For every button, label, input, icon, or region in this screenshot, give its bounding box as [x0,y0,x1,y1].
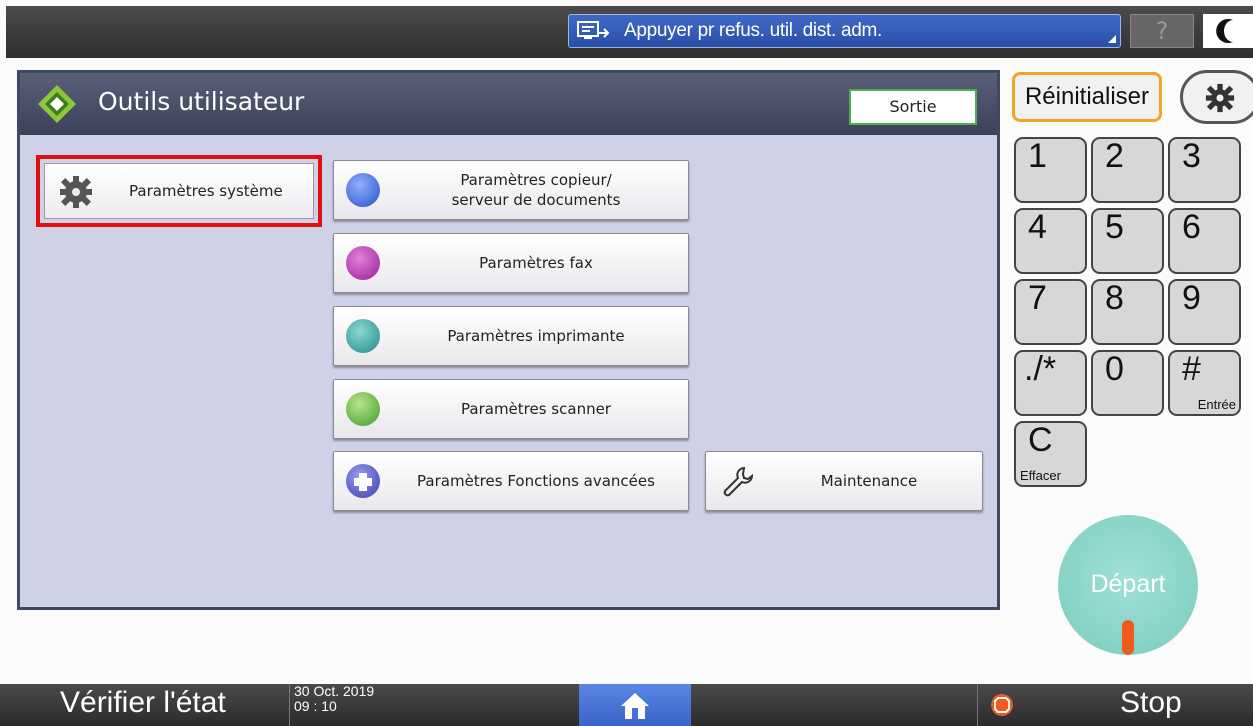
home-button[interactable] [579,684,691,726]
key-4[interactable]: 4 [1014,208,1087,274]
maintenance-button[interactable]: Maintenance [705,451,983,511]
wrench-icon [723,466,754,497]
key-5[interactable]: 5 [1091,208,1164,274]
key-8[interactable]: 8 [1091,279,1164,345]
maintenance-label: Maintenance [820,472,918,490]
settings-button[interactable] [1180,70,1253,124]
enter-label: Entrée [1197,397,1236,412]
advanced-features-label: Paramètres Fonctions avancées [417,472,655,490]
start-indicator-led [1122,620,1134,655]
copier-settings-label: Paramètres copieur/ serveur de documents [394,161,678,219]
key-digit: 6 [1182,208,1201,246]
copier-icon [346,173,380,207]
fax-settings-button[interactable]: Paramètres fax [333,233,689,293]
puzzle-icon [354,473,372,491]
key-digit: 4 [1028,208,1047,246]
device-screen: Appuyer pr refus. util. dist. adm. ? Out… [0,0,1253,726]
copier-settings-line2: serveur de documents [451,191,621,209]
scanner-icon [346,392,380,426]
key-digit: C [1028,421,1053,459]
bottom-bar: Vérifier l'état 30 Oct. 2019 09 : 10 Sto… [0,684,1253,726]
home-icon [621,693,649,719]
stop-button[interactable]: Stop [1120,686,1182,720]
gear-icon [60,176,92,208]
copier-settings-button[interactable]: Paramètres copieur/ serveur de documents [333,160,689,220]
exit-button[interactable]: Sortie [849,89,977,125]
reset-button[interactable]: Réinitialiser [1012,72,1162,122]
top-status-bar: Appuyer pr refus. util. dist. adm. ? [6,6,1253,58]
date-text: 30 Oct. 2019 [294,683,375,699]
printer-settings-button[interactable]: Paramètres imprimante [333,306,689,366]
expand-corner-icon [1108,35,1116,43]
key-digit: 3 [1182,137,1201,175]
key-digit: 1 [1028,137,1047,175]
key-7[interactable]: 7 [1014,279,1087,345]
start-button[interactable]: Départ [1058,515,1198,655]
gear-icon [1205,83,1235,113]
printer-icon [346,319,380,353]
scanner-settings-label: Paramètres scanner [461,400,611,418]
key-1[interactable]: 1 [1014,137,1087,203]
advanced-features-button[interactable]: Paramètres Fonctions avancées [333,451,689,511]
system-settings-button-face: Paramètres système [44,163,314,219]
key-digit: ./* [1024,350,1057,388]
key-9[interactable]: 9 [1168,279,1241,345]
help-icon: ? [1155,17,1169,45]
moon-icon [1216,19,1233,43]
start-label: Départ [1090,570,1166,598]
key-2[interactable]: 2 [1091,137,1164,203]
page-title: Outils utilisateur [98,87,305,116]
help-button[interactable]: ? [1130,14,1194,48]
divider [977,684,978,726]
key-dot-star[interactable]: ./* [1014,350,1087,416]
panel-header: Outils utilisateur Sortie [20,73,997,135]
time-text: 09 : 10 [294,698,337,714]
energy-saver-button[interactable] [1203,14,1253,48]
clear-label: Effacer [1020,468,1061,483]
remote-admin-notice-text: Appuyer pr refus. util. dist. adm. [624,20,883,41]
key-0[interactable]: 0 [1091,350,1164,416]
key-digit: 0 [1105,350,1124,388]
key-digit: # [1182,350,1201,388]
clear-key[interactable]: C Effacer [1014,421,1087,487]
fax-settings-label: Paramètres fax [479,254,593,272]
check-status-button[interactable]: Vérifier l'état [60,686,226,720]
key-digit: 5 [1105,208,1124,246]
advanced-features-icon [346,464,380,498]
copier-settings-line1: Paramètres copieur/ [460,171,612,189]
fax-icon [346,246,380,280]
system-settings-label: Paramètres système [129,182,283,200]
scanner-settings-button[interactable]: Paramètres scanner [333,379,689,439]
divider [289,684,290,726]
key-digit: 8 [1105,279,1124,317]
system-settings-button[interactable]: Paramètres système [36,155,322,227]
key-digit: 9 [1182,279,1201,317]
remote-screen-icon [577,21,610,39]
key-enter[interactable]: # Entrée [1168,350,1241,416]
remote-admin-notice-button[interactable]: Appuyer pr refus. util. dist. adm. [568,14,1121,48]
user-tools-logo-icon [38,85,76,123]
key-digit: 7 [1028,279,1047,317]
date-time: 30 Oct. 2019 09 : 10 [294,684,374,714]
printer-settings-label: Paramètres imprimante [447,327,625,345]
key-digit: 2 [1105,137,1124,175]
key-6[interactable]: 6 [1168,208,1241,274]
stop-icon [991,694,1013,716]
key-3[interactable]: 3 [1168,137,1241,203]
